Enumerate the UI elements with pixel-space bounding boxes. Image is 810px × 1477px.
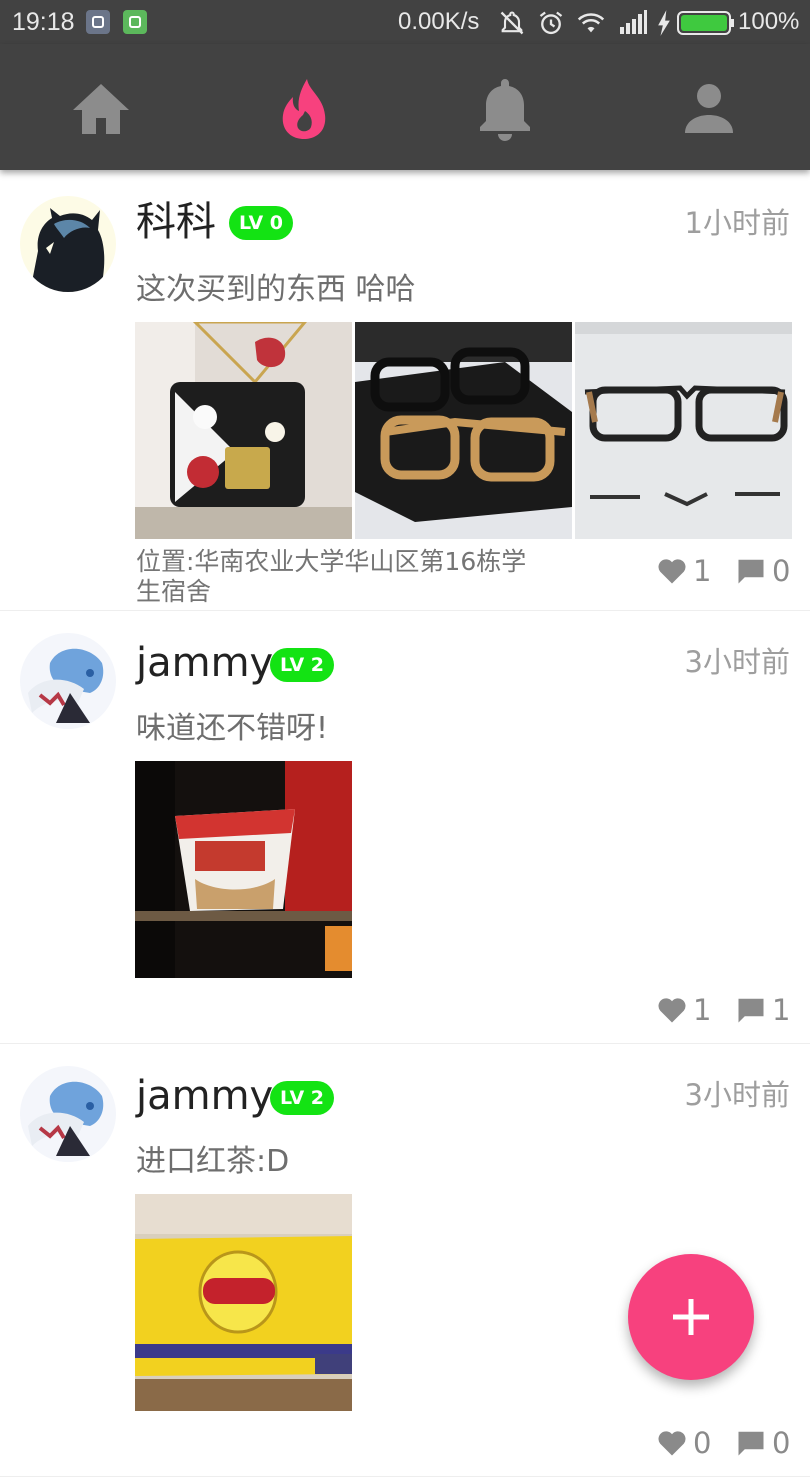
comment-icon: [738, 998, 764, 1023]
android-app-icon: [123, 10, 147, 34]
like-count: 1: [693, 554, 712, 588]
flame-icon: [282, 79, 326, 139]
comment-button[interactable]: 1: [736, 993, 790, 1027]
comment-button[interactable]: 0: [736, 1426, 790, 1460]
post-image[interactable]: [135, 761, 352, 978]
signal-icon: [620, 10, 647, 34]
add-post-button[interactable]: [628, 1254, 754, 1380]
post-card[interactable]: 科科 LV 0 1小时前 这次买到的东西 哈哈 位置:华南农业大学华山区第16栋…: [0, 172, 810, 611]
battery-percentage: 100%: [738, 8, 800, 35]
heart-icon: [658, 559, 686, 584]
status-time: 19:18: [12, 8, 75, 36]
post-image[interactable]: [575, 322, 792, 539]
user-avatar[interactable]: [20, 196, 116, 292]
level-badge: LV 0: [229, 206, 294, 240]
username[interactable]: jammy: [136, 639, 273, 687]
bell-icon: [480, 79, 530, 141]
post-content: 进口红茶:D: [136, 1144, 290, 1179]
post-image[interactable]: [135, 1194, 352, 1411]
top-navigation: [0, 44, 810, 170]
tab-hot[interactable]: [269, 74, 339, 144]
comment-count: 0: [772, 1426, 791, 1460]
post-location: 位置:华南农业大学华山区第16栋学生宿舍: [136, 547, 527, 606]
post-time: 3小时前: [684, 645, 790, 679]
post-content: 这次买到的东西 哈哈: [136, 272, 416, 307]
like-button[interactable]: 0: [657, 1426, 711, 1460]
battery-icon: [677, 11, 734, 35]
post-image[interactable]: [135, 322, 352, 539]
user-avatar[interactable]: [20, 1066, 116, 1162]
heart-icon: [658, 998, 686, 1023]
alarm-icon: [539, 11, 563, 35]
person-icon: [685, 84, 733, 133]
tab-notifications[interactable]: [470, 74, 540, 144]
wifi-icon: [577, 13, 605, 33]
heart-icon: [658, 1431, 686, 1456]
username[interactable]: 科科: [136, 198, 216, 246]
post-time: 1小时前: [684, 206, 790, 240]
plus-icon: [673, 1299, 709, 1335]
tab-home[interactable]: [66, 74, 136, 144]
user-avatar[interactable]: [20, 633, 116, 729]
home-icon: [73, 84, 129, 134]
like-count: 1: [693, 993, 712, 1027]
charging-icon: [658, 10, 670, 36]
username[interactable]: jammy: [136, 1072, 273, 1120]
status-bar: 19:18 0.00K/s 100%: [0, 0, 810, 44]
post-time: 3小时前: [684, 1078, 790, 1112]
comment-button[interactable]: 0: [736, 554, 790, 588]
post-card[interactable]: jammy LV 2 3小时前 味道还不错呀! 1 1: [0, 611, 810, 1044]
post-image[interactable]: [355, 322, 572, 539]
comment-count: 1: [772, 993, 791, 1027]
comment-icon: [738, 1431, 764, 1456]
mute-icon: [500, 11, 524, 35]
tab-profile[interactable]: [674, 74, 744, 144]
like-button[interactable]: 1: [657, 993, 711, 1027]
notification-app-icon: [86, 10, 110, 34]
like-count: 0: [693, 1426, 712, 1460]
comment-icon: [738, 559, 764, 584]
network-speed: 0.00K/s: [398, 8, 480, 35]
level-badge: LV 2: [270, 1081, 335, 1115]
like-button[interactable]: 1: [657, 554, 711, 588]
comment-count: 0: [772, 554, 791, 588]
level-badge: LV 2: [270, 648, 335, 682]
post-content: 味道还不错呀!: [136, 711, 329, 746]
